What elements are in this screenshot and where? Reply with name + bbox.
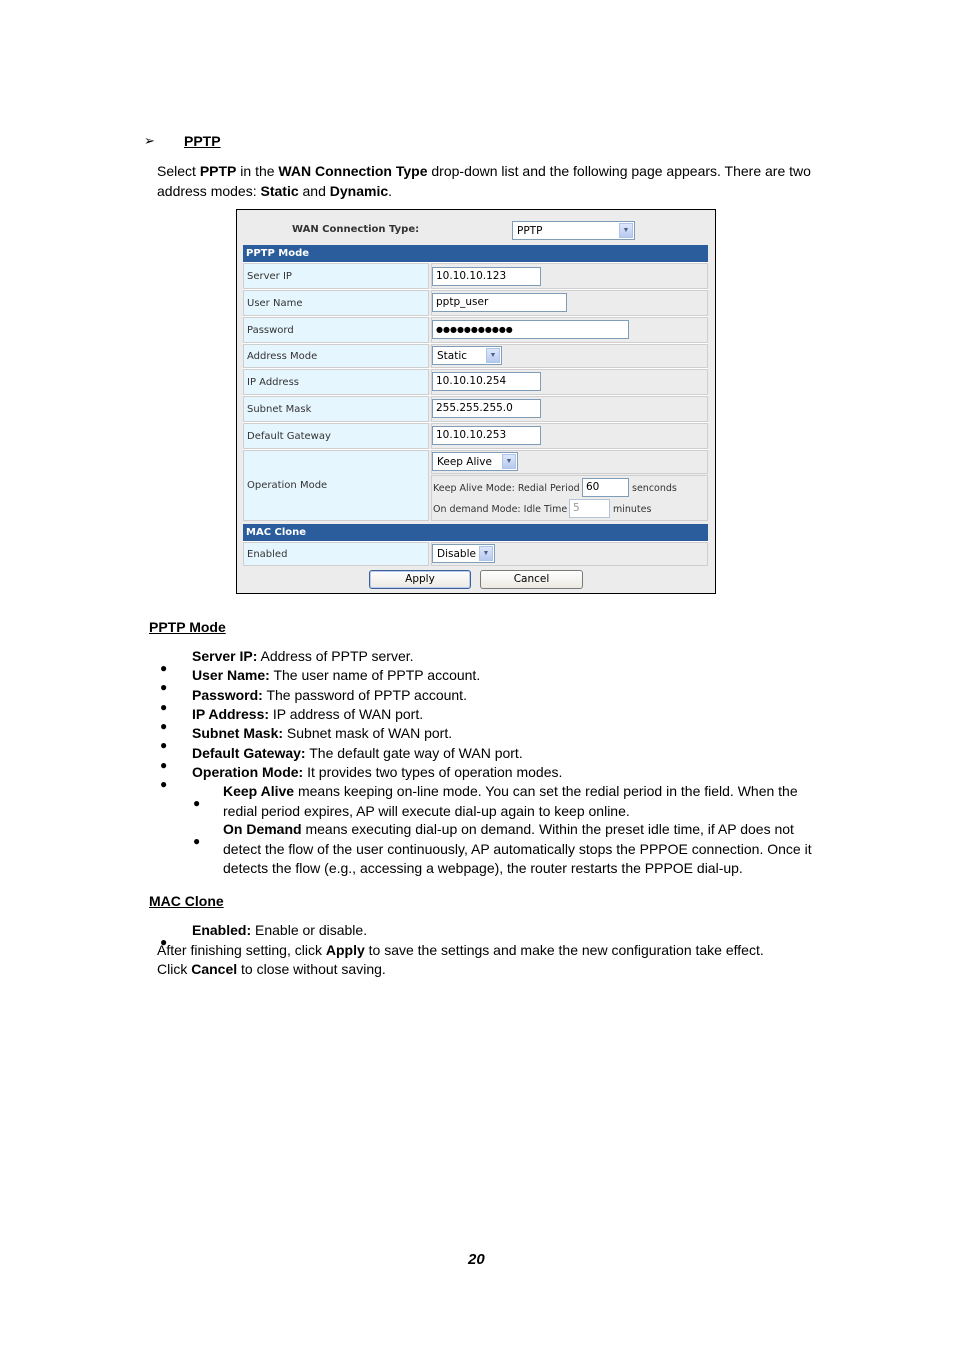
bullet-icon: ● [160,757,168,772]
term: Password: [192,686,263,703]
apply-button[interactable]: Apply [369,570,471,589]
term: Subnet Mask: [192,725,284,742]
subnet-mask-input[interactable]: 255.255.255.0 [432,399,541,418]
chevron-down-icon: ▼ [502,454,516,469]
term: Enabled: [192,922,252,938]
pptp-mode-item: Subnet Mask: Subnet mask of WAN port. [192,724,452,744]
keep-alive-label: Keep Alive Mode: Redial Period [433,483,580,494]
pptp-mode-section-bar: PPTP Mode [243,245,708,262]
pptp-mode-item: User Name: The user name of PPTP account… [192,666,480,686]
desc: means executing dial-up on demand. Withi… [223,821,812,876]
desc: Subnet mask of WAN port. [283,725,453,742]
heading-arrow-icon: ➢ [144,133,155,148]
section-heading: PPTP [184,133,221,149]
desc: means keeping on-line mode. You can set … [223,783,798,819]
password-label: Password [243,317,429,343]
text: . [388,182,393,199]
after-paragraph-1: After finishing setting, click Apply to … [157,941,764,961]
pptp-mode-item: Operation Mode: It provides two types of… [192,763,562,783]
user-name-input[interactable]: pptp_user [432,293,567,312]
password-input[interactable]: ●●●●●●●●●●● [432,320,629,339]
idle-time-input[interactable]: 5 [569,499,610,518]
on-demand-label: On demand Mode: Idle Time [433,504,568,515]
pptp-mode-item: Server IP: Address of PPTP server. [192,647,414,667]
desc: It provides two types of operation modes… [303,763,563,780]
wan-connection-type-select[interactable]: PPTP ▼ [512,221,635,240]
keep-alive-unit: senconds [632,483,677,494]
pptp-mode-item: IP Address: IP address of WAN port. [192,705,423,725]
bullet-icon: ● [160,776,168,791]
mac-enabled-label: Enabled [243,542,429,566]
bullet-icon: ● [160,661,168,675]
mac-clone-value: Disable [437,547,476,560]
wan-connection-type-value: PPTP [517,224,543,237]
term: Default Gateway: [192,744,306,761]
subnet-mask-label: Subnet Mask [243,396,429,422]
server-ip-label: Server IP [243,263,429,289]
term: Operation Mode: [192,763,304,780]
bold-text: Apply [325,942,365,958]
pptp-mode-heading: PPTP Mode [149,619,226,635]
bold-text: Cancel [191,961,238,977]
operation-mode-label: Operation Mode [243,450,429,521]
mac-clone-heading: MAC Clone [149,893,224,909]
sub-bullet-icon: ● [193,796,201,810]
bullet-icon: ● [160,680,168,695]
sub-bullet-icon: ● [193,834,201,848]
wan-connection-type-label: WAN Connection Type: [292,224,420,235]
mac-clone-section-bar: MAC Clone [243,524,708,541]
text: Click [157,961,192,977]
after-paragraph-2: Click Cancel to close without saving. [157,960,386,980]
desc: IP address of WAN port. [269,705,424,722]
desc: The default gate way of WAN port. [305,744,523,761]
term: User Name: [192,667,270,684]
ip-address-label: IP Address [243,369,429,395]
mac-item-enabled: Enabled: Enable or disable. [192,921,367,941]
text: to close without saving. [237,961,386,977]
text: After finishing setting, click [157,942,326,958]
server-ip-input[interactable]: 10.10.10.123 [432,267,541,286]
term: IP Address: [192,705,270,722]
pptp-mode-item: Password: The password of PPTP account. [192,686,467,706]
text: and [298,182,330,199]
text: in the [236,163,279,179]
chevron-down-icon: ▼ [619,223,633,238]
bold-text: WAN Connection Type [278,163,428,179]
bullet-icon: ● [160,718,168,733]
text: Select [157,163,200,179]
default-gateway-label: Default Gateway [243,423,429,449]
address-mode-value: Static [437,349,468,362]
bullet-icon: ● [160,699,168,714]
on-demand-unit: minutes [613,504,652,515]
user-name-label: User Name [243,290,429,316]
desc: The password of PPTP account. [262,686,467,703]
chevron-down-icon: ▼ [486,348,500,363]
address-mode-label: Address Mode [243,344,429,368]
pptp-mode-item: Default Gateway: The default gate way of… [192,744,523,764]
bold-text: Dynamic [329,182,389,199]
ip-address-input[interactable]: 10.10.10.254 [432,372,541,391]
redial-period-input[interactable]: 60 [582,478,629,497]
desc: The user name of PPTP account. [269,667,481,684]
chevron-down-icon: ▼ [479,546,493,561]
desc: Enable or disable. [251,922,368,938]
bullet-icon: ● [160,738,168,753]
mac-clone-select[interactable]: Disable ▼ [432,544,495,563]
bold-text: PPTP [199,163,237,179]
sub-item-on-demand: On Demand means executing dial-up on dem… [223,820,823,879]
term: Server IP: [192,648,258,664]
desc: Address of PPTP server. [257,648,414,664]
text: to save the settings and make the new co… [364,942,764,958]
cancel-button[interactable]: Cancel [480,570,583,589]
bold-text: Static [260,182,299,199]
operation-mode-select[interactable]: Keep Alive ▼ [432,452,518,471]
intro-paragraph: Select PPTP in the WAN Connection Type d… [157,162,822,201]
sub-item-keep-alive: Keep Alive means keeping on-line mode. Y… [223,782,823,821]
operation-mode-value: Keep Alive [437,455,492,468]
address-mode-select[interactable]: Static ▼ [432,346,502,365]
page-number: 20 [468,1251,485,1268]
term: Keep Alive [223,783,295,799]
term: On Demand [223,821,302,837]
default-gateway-input[interactable]: 10.10.10.253 [432,426,541,445]
